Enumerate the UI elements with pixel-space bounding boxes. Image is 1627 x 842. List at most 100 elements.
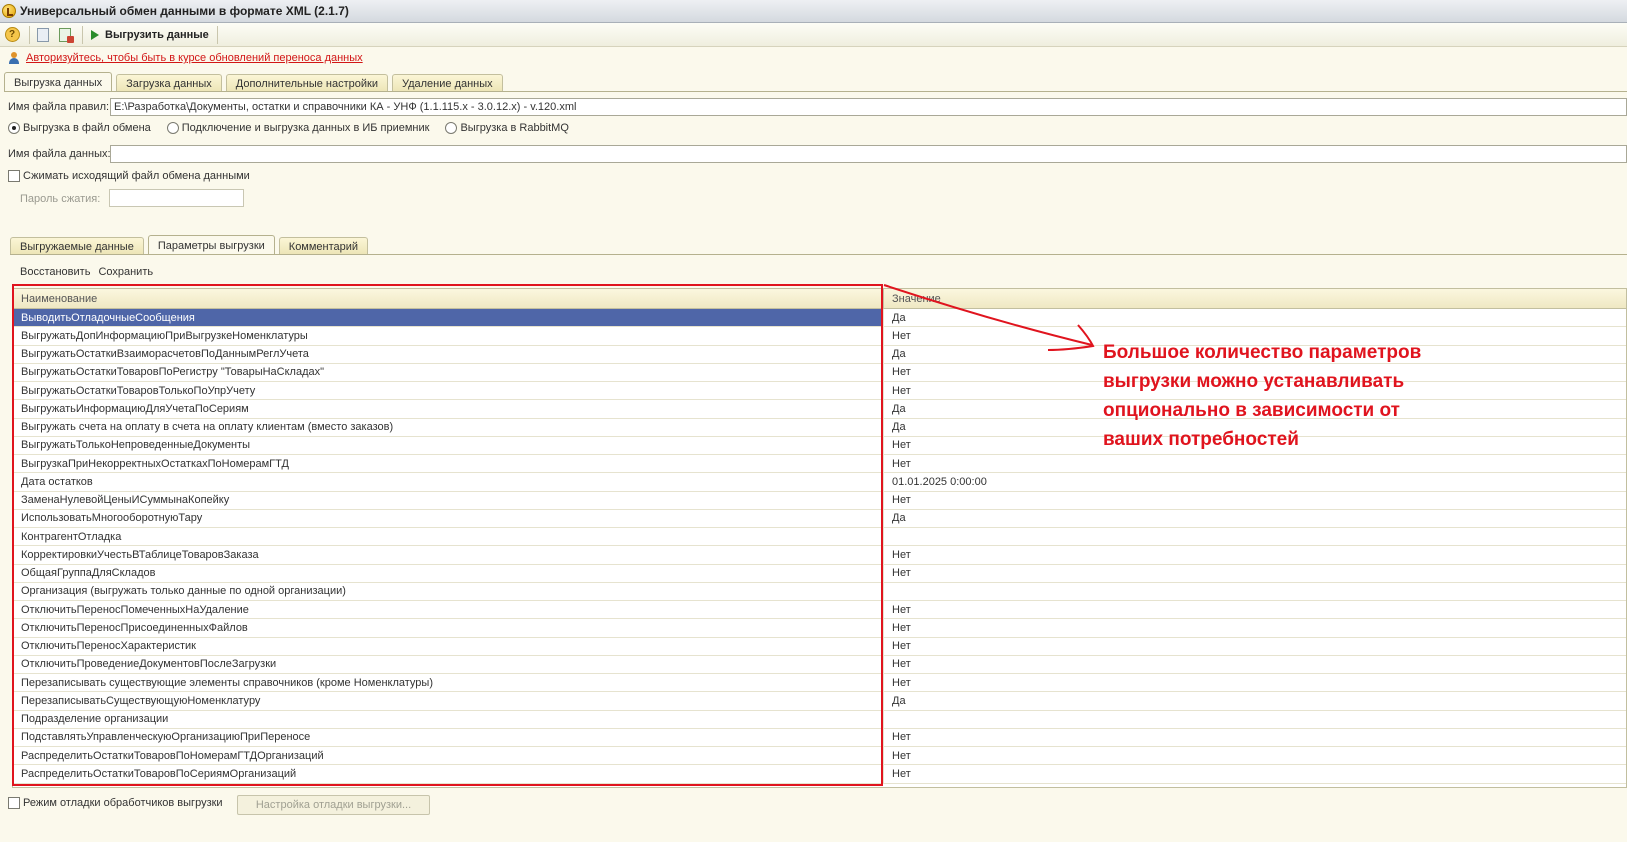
window-title: Универсальный обмен данными в формате XM… <box>20 4 349 18</box>
tab-comment[interactable]: Комментарий <box>278 237 369 255</box>
compress-checkbox[interactable] <box>8 170 20 182</box>
parameter-value-cell[interactable]: Нет <box>884 565 1626 582</box>
export-data-button[interactable]: Выгрузить данные <box>87 29 213 41</box>
table-row[interactable]: ПодставлятьУправленческуюОрганизациюПриП… <box>13 728 1626 747</box>
parameter-name-cell[interactable]: КорректировкиУчестьВТаблицеТоваровЗаказа <box>13 546 884 564</box>
parameter-value-cell[interactable]: Да <box>884 692 1626 709</box>
table-row[interactable]: ОтключитьПроведениеДокументовПослеЗагруз… <box>13 655 1626 674</box>
radio-connect-and-export[interactable]: Подключение и выгрузка данных в ИБ прием… <box>166 122 430 134</box>
parameter-value-cell[interactable]: 01.01.2025 0:00:00 <box>884 473 1626 490</box>
parameter-name-cell[interactable]: Выгружать счета на оплату в счета на опл… <box>13 418 884 436</box>
debug-mode-checkbox[interactable] <box>8 797 20 809</box>
parameter-name-cell[interactable]: Организация (выгружать только данные по … <box>13 582 884 600</box>
radio-label: Подключение и выгрузка данных в ИБ прием… <box>181 122 430 134</box>
auth-link[interactable]: Авторизуйтесь, чтобы быть в курсе обновл… <box>26 52 363 64</box>
parameter-value-cell[interactable]: Нет <box>884 492 1626 509</box>
tab-delete-data[interactable]: Удаление данных <box>391 74 503 92</box>
document-icon <box>37 27 49 42</box>
parameter-value-cell[interactable]: Нет <box>884 747 1626 764</box>
parameter-value-cell[interactable]: Нет <box>884 656 1626 673</box>
restore-button[interactable]: Восстановить <box>20 266 90 278</box>
parameter-name-cell[interactable]: ВыгружатьОстаткиТоваровПоРегистру "Товар… <box>13 363 884 381</box>
table-row[interactable]: ОбщаяГруппаДляСкладов Нет <box>13 564 1626 583</box>
table-row[interactable]: Подразделение организации <box>13 710 1626 729</box>
table-row[interactable]: ЗаменаНулевойЦеныИСуммынаКопейку Нет <box>13 491 1626 510</box>
column-header-name[interactable]: Наименование <box>13 289 884 308</box>
parameter-value-cell[interactable] <box>884 583 1626 600</box>
table-row[interactable]: ПерезаписыватьСуществующуюНоменклатуру Да <box>13 692 1626 711</box>
password-input[interactable] <box>109 189 244 207</box>
tab-export-parameters[interactable]: Параметры выгрузки <box>147 235 275 255</box>
app-icon <box>2 4 16 18</box>
parameter-name-cell[interactable]: ОтключитьПереносПрисоединенныхФайлов <box>13 619 884 637</box>
parameter-name-cell[interactable]: ОтключитьПереносХарактеристик <box>13 637 884 655</box>
parameter-name-cell[interactable]: ЗаменаНулевойЦеныИСуммынаКопейку <box>13 491 884 509</box>
help-icon: ? <box>4 27 20 42</box>
parameter-name-cell[interactable]: КонтрагентОтладка <box>13 528 884 546</box>
parameter-name-cell[interactable]: ПодставлятьУправленческуюОрганизациюПриП… <box>13 728 884 746</box>
table-row[interactable]: КонтрагентОтладка <box>13 528 1626 547</box>
open-document-button[interactable] <box>34 26 52 44</box>
data-file-input[interactable] <box>110 145 1627 163</box>
radio-rabbitmq[interactable]: Выгрузка в RabbitMQ <box>445 122 569 134</box>
parameter-value-cell[interactable]: Нет <box>884 638 1626 655</box>
parameter-name-cell[interactable]: ВыгрузкаПриНекорректныхОстаткахПоНомерам… <box>13 455 884 473</box>
rules-file-input[interactable]: E:\Разработка\Документы, остатки и справ… <box>110 98 1627 116</box>
parameter-name-cell[interactable]: ВыгружатьОстаткиВзаиморасчетовПоДаннымРе… <box>13 345 884 363</box>
parameter-value-cell[interactable]: Да <box>884 510 1626 527</box>
parameter-name-cell[interactable]: ОбщаяГруппаДляСкладов <box>13 564 884 582</box>
table-row[interactable]: ОтключитьПереносПомеченныхНаУдаление Нет <box>13 601 1626 620</box>
export-mode-radios: Выгрузка в файл обмена Подключение и выг… <box>8 122 585 134</box>
tab-import[interactable]: Загрузка данных <box>116 74 222 92</box>
radio-export-to-file[interactable]: Выгрузка в файл обмена <box>8 122 151 134</box>
parameter-name-cell[interactable]: ВыгружатьИнформациюДляУчетаПоСериям <box>13 400 884 418</box>
table-row[interactable]: РаспределитьОстаткиТоваровПоНомерамГТДОр… <box>13 747 1626 766</box>
table-row[interactable]: РаспределитьОстаткиТоваровПоСериямОргани… <box>13 765 1626 784</box>
column-header-value[interactable]: Значение <box>884 289 1626 308</box>
save-button[interactable]: Сохранить <box>98 266 153 278</box>
table-row[interactable]: КорректировкиУчестьВТаблицеТоваровЗаказа… <box>13 546 1626 565</box>
table-row[interactable]: ВыгрузкаПриНекорректныхОстаткахПоНомерам… <box>13 455 1626 474</box>
parameter-name-cell[interactable]: ПерезаписыватьСуществующуюНоменклатуру <box>13 692 884 710</box>
parameter-value-cell[interactable] <box>884 528 1626 545</box>
tab-exported-data[interactable]: Выгружаемые данные <box>10 237 144 255</box>
parameter-name-cell[interactable]: ВыгружатьОстаткиТоваровТолькоПоУпрУчету <box>13 382 884 400</box>
parameter-name-cell[interactable]: Дата остатков <box>13 473 884 491</box>
main-toolbar: ? Выгрузить данные <box>0 23 1627 47</box>
table-row[interactable]: Организация (выгружать только данные по … <box>13 582 1626 601</box>
debug-settings-button[interactable]: Настройка отладки выгрузки... <box>237 795 430 815</box>
parameter-value-cell[interactable]: Нет <box>884 729 1626 746</box>
compress-checkbox-row[interactable]: Сжимать исходящий файл обмена данными <box>8 170 250 182</box>
parameter-name-cell[interactable]: ВыгружатьДопИнформациюПриВыгрузкеНоменкл… <box>13 327 884 345</box>
parameter-value-cell[interactable]: Нет <box>884 601 1626 618</box>
table-row[interactable]: ИспользоватьМногооборотнуюТару Да <box>13 509 1626 528</box>
table-row[interactable]: ОтключитьПереносПрисоединенныхФайлов Нет <box>13 619 1626 638</box>
parameter-name-cell[interactable]: РаспределитьОстаткиТоваровПоСериямОргани… <box>13 765 884 783</box>
table-row[interactable]: ОтключитьПереносХарактеристик Нет <box>13 637 1626 656</box>
export-settings-button[interactable] <box>56 26 74 44</box>
parameter-name-cell[interactable]: ВыводитьОтладочныеСообщения <box>13 309 884 327</box>
table-row[interactable]: Дата остатков 01.01.2025 0:00:00 <box>13 473 1626 492</box>
parameter-value-cell[interactable]: Нет <box>884 455 1626 472</box>
parameter-name-cell[interactable]: ОтключитьПроведениеДокументовПослеЗагруз… <box>13 655 884 673</box>
parameter-name-cell[interactable]: ВыгружатьТолькоНепроведенныеДокументы <box>13 436 884 454</box>
play-icon <box>91 29 99 40</box>
parameter-value-cell[interactable]: Нет <box>884 765 1626 782</box>
parameter-value-cell[interactable]: Нет <box>884 674 1626 691</box>
parameter-name-cell[interactable]: Перезаписывать существующие элементы спр… <box>13 674 884 692</box>
parameter-value-cell[interactable]: Да <box>884 309 1626 326</box>
auth-line: Авторизуйтесь, чтобы быть в курсе обновл… <box>8 52 363 64</box>
table-row[interactable]: Перезаписывать существующие элементы спр… <box>13 674 1626 693</box>
debug-mode-row[interactable]: Режим отладки обработчиков выгрузки <box>8 797 223 809</box>
parameter-value-cell[interactable] <box>884 711 1626 728</box>
parameter-name-cell[interactable]: Подразделение организации <box>13 710 884 728</box>
parameter-value-cell[interactable]: Нет <box>884 546 1626 563</box>
parameter-value-cell[interactable]: Нет <box>884 619 1626 636</box>
help-button[interactable]: ? <box>3 26 21 44</box>
parameter-name-cell[interactable]: РаспределитьОстаткиТоваровПоНомерамГТДОр… <box>13 747 884 765</box>
parameter-name-cell[interactable]: ОтключитьПереносПомеченныхНаУдаление <box>13 601 884 619</box>
table-row[interactable]: ВыводитьОтладочныеСообщения Да <box>13 309 1626 328</box>
parameter-name-cell[interactable]: ИспользоватьМногооборотнуюТару <box>13 509 884 527</box>
tab-additional-settings[interactable]: Дополнительные настройки <box>225 74 388 92</box>
tab-export[interactable]: Выгрузка данных <box>4 72 113 92</box>
